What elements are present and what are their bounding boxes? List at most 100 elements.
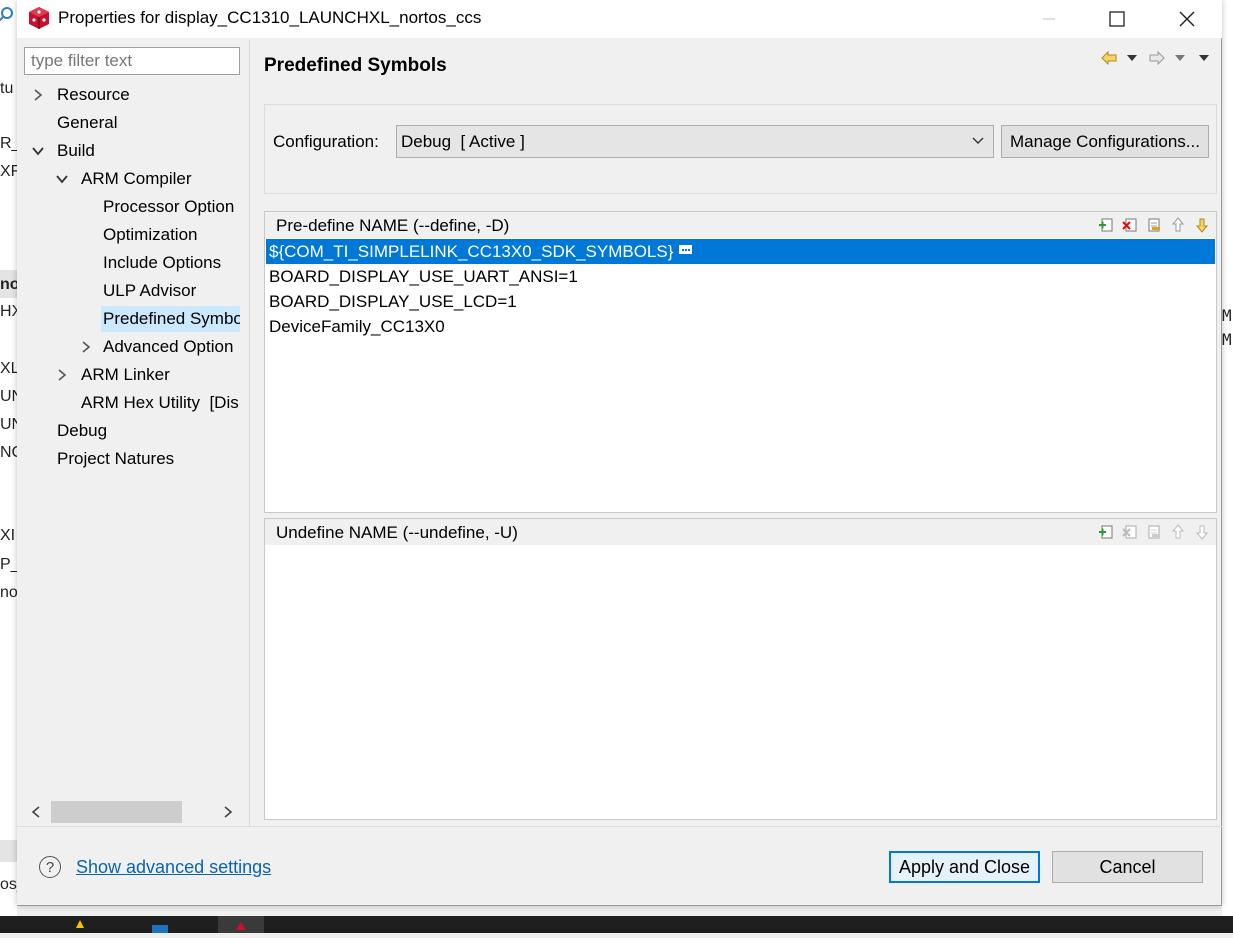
tree-item-label: Project Natures [57,449,175,468]
back-menu-button[interactable] [1125,48,1139,68]
undefine-header: Undefine NAME (--undefine, -U) [265,519,1216,545]
tree-item-include-options[interactable]: Include Options [77,250,240,278]
move-up-icon [1168,522,1188,542]
taskbar-app-icon[interactable] [218,916,264,933]
predefine-item[interactable]: DeviceFamily_CC13X0 [266,314,1215,339]
tree-item-debug[interactable]: Debug [31,418,231,446]
dropdown-arrow-icon [1127,55,1137,61]
tree-horizontal-scrollbar[interactable] [24,800,240,824]
chevron-down-icon[interactable] [31,138,45,164]
dropdown-arrow-icon [1199,55,1209,61]
predefine-item-label: ${COM_TI_SIMPLELINK_CC13X0_SDK_SYMBOLS} [269,242,674,261]
predefine-item[interactable]: BOARD_DISPLAY_USE_UART_ANSI=1 [266,264,1215,289]
tree-item-build[interactable]: Build [31,138,231,166]
properties-dialog: Properties for display_CC1310_LAUNCHXL_n… [17,0,1222,906]
predefine-list: ${COM_TI_SIMPLELINK_CC13X0_SDK_SYMBOLS} … [265,238,1216,512]
minimize-button[interactable] [1026,0,1072,38]
move-down-icon[interactable] [1192,215,1212,235]
tree-item-processor-options[interactable]: Processor Option [77,194,240,222]
tree-item-label: Resource [57,85,130,104]
ellipsis-icon [679,245,693,255]
bg-fragment: tu [0,80,14,97]
bg-fragment: XF [0,163,17,180]
manage-configurations-button[interactable]: Manage Configurations... [1001,125,1209,158]
help-icon[interactable]: ? [39,856,61,878]
property-tree: Resource General Build ARM Compiler Proc… [17,82,240,796]
bg-fragment: UN [0,416,17,433]
search-icon [0,7,13,22]
bg-fragment: M [1222,306,1232,325]
edit-icon [1144,522,1164,542]
undefine-list[interactable] [265,545,1216,819]
page-title: Predefined Symbols [264,55,447,76]
apply-and-close-button[interactable]: Apply and Close [889,851,1040,883]
tree-item-arm-linker[interactable]: ARM Linker [55,362,240,390]
add-icon[interactable] [1096,215,1116,235]
bg-fragment: XL [0,360,17,377]
scroll-left-icon[interactable] [24,800,48,824]
background-ide-right: M M [1222,0,1233,933]
footer-separator [17,826,1222,827]
tree-item-label: Advanced Option [103,337,234,356]
taskbar-app-icon[interactable] [60,916,100,933]
edit-icon[interactable] [1144,215,1164,235]
move-up-icon[interactable] [1168,215,1188,235]
predefine-item[interactable]: BOARD_DISPLAY_USE_LCD=1 [266,289,1215,314]
forward-button[interactable] [1148,48,1166,68]
bg-fragment: no [0,276,17,293]
configuration-label: Configuration: [273,132,379,151]
configuration-select[interactable]: Debug [ Active ] [396,125,994,158]
predefine-toolbar [1096,215,1212,235]
back-arrow-icon [1101,51,1117,65]
back-button[interactable] [1100,48,1118,68]
bg-fragment: M [1222,330,1232,349]
tree-item-label: ARM Linker [81,365,170,384]
bg-fragment: P_ [0,556,17,573]
close-icon [1179,11,1195,27]
tree-item-arm-compiler[interactable]: ARM Compiler [55,166,240,194]
configuration-value: Debug [ Active ] [401,132,525,151]
chevron-down-icon[interactable] [55,166,69,192]
scroll-right-icon[interactable] [216,800,240,824]
forward-menu-button[interactable] [1173,48,1187,68]
move-down-icon [1192,522,1212,542]
filter-input[interactable] [24,47,240,75]
chevron-right-icon[interactable] [55,362,69,388]
scroll-thumb[interactable] [51,801,182,823]
pane-divider[interactable] [249,40,250,826]
tree-item-general[interactable]: General [31,110,231,138]
tree-item-project-natures[interactable]: Project Natures [31,446,231,474]
undefine-panel: Undefine NAME (--undefine, -U) [264,518,1217,820]
show-advanced-settings-link[interactable]: Show advanced settings [76,857,271,878]
tree-item-label: Predefined Symbo [101,306,240,332]
bg-fragment: os_ [0,876,17,893]
undefine-header-label: Undefine NAME (--undefine, -U) [276,523,518,542]
tree-item-predefined-symbols[interactable]: Predefined Symbo [77,306,240,334]
bg-fragment: R_t [0,135,17,152]
tree-item-arm-hex-utility[interactable]: ARM Hex Utility [Dis [55,390,240,418]
tree-item-advanced-options[interactable]: Advanced Option [77,334,240,362]
delete-icon [1120,522,1140,542]
add-icon[interactable] [1096,522,1116,542]
bg-fragment: UN [0,388,17,405]
chevron-right-icon[interactable] [79,334,93,360]
maximize-button[interactable] [1094,0,1140,38]
bg-fragment: XI [0,527,16,544]
cancel-button[interactable]: Cancel [1052,851,1203,883]
tree-item-optimization[interactable]: Optimization [77,222,240,250]
tree-item-resource[interactable]: Resource [31,82,231,110]
tree-item-ulp-advisor[interactable]: ULP Advisor [77,278,240,306]
tree-item-label: Build [57,141,95,160]
tree-item-label: ARM Hex Utility [Dis [81,393,239,412]
chevron-down-icon [972,137,984,144]
bg-fragment: NC [0,444,17,461]
tree-item-label: ARM Compiler [81,169,192,188]
tree-item-label: Include Options [103,253,222,272]
view-menu-button[interactable] [1197,48,1211,68]
delete-icon[interactable] [1120,215,1140,235]
close-button[interactable] [1164,0,1210,38]
chevron-right-icon[interactable] [31,82,45,108]
forward-arrow-icon [1149,51,1165,65]
predefine-item[interactable]: ${COM_TI_SIMPLELINK_CC13X0_SDK_SYMBOLS} [266,239,1215,264]
taskbar-app-icon[interactable] [140,916,180,933]
